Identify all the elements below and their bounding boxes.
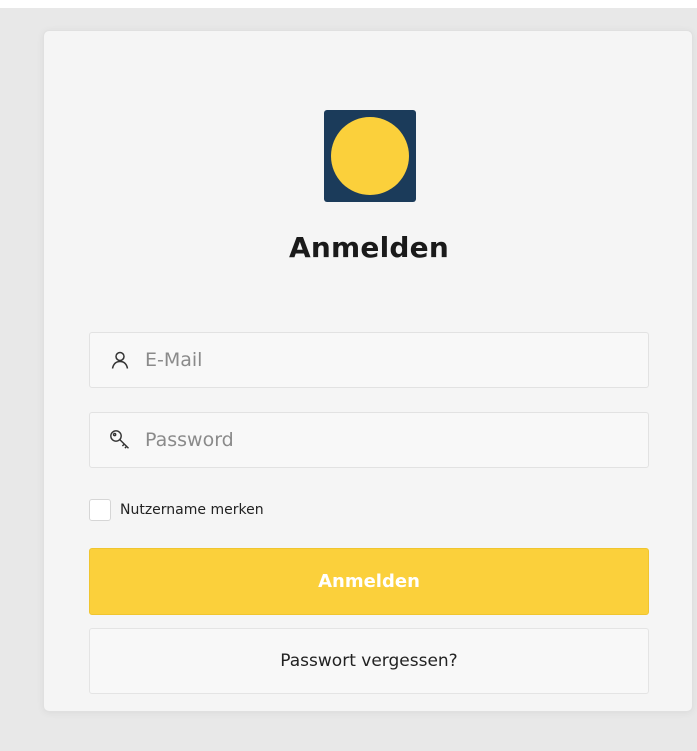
remember-checkbox[interactable] (89, 499, 111, 521)
top-strip (0, 0, 697, 8)
app-logo (324, 110, 416, 202)
password-input[interactable] (145, 429, 625, 451)
page-title: Anmelden (289, 231, 449, 264)
login-card: Anmelden Nutzername merken Anmelden Pass… (43, 30, 693, 712)
key-icon (109, 429, 131, 451)
forgot-password-button[interactable]: Passwort vergessen? (89, 628, 649, 694)
remember-row[interactable]: Nutzername merken (89, 499, 264, 521)
logo-circle (331, 117, 409, 195)
login-button[interactable]: Anmelden (89, 548, 649, 615)
email-input[interactable] (145, 349, 625, 371)
email-field[interactable] (89, 332, 649, 388)
remember-label: Nutzername merken (120, 502, 264, 518)
password-field[interactable] (89, 412, 649, 468)
user-icon (109, 349, 131, 371)
